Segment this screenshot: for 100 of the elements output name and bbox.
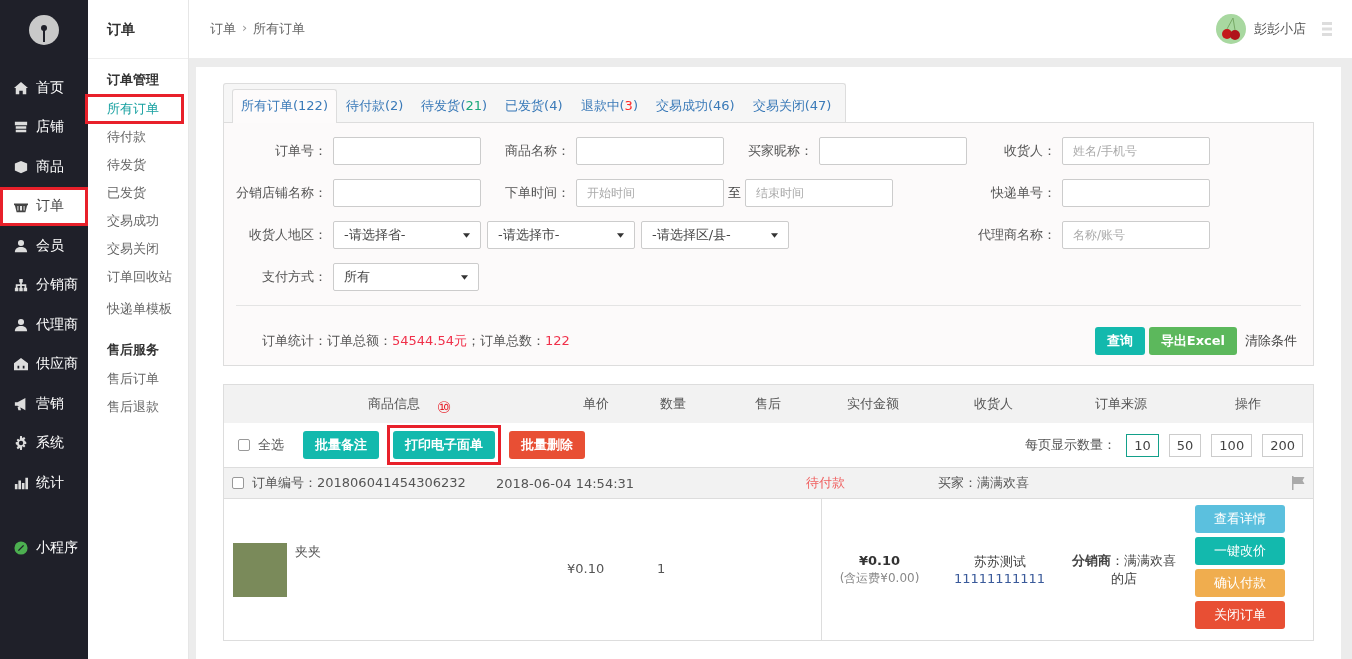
flag-icon[interactable] [1291, 476, 1305, 490]
subnav-item[interactable]: 快递单模板 [86, 295, 188, 323]
tree-icon [14, 278, 28, 293]
column-header: 单价 [583, 396, 609, 411]
product-photo [233, 543, 287, 597]
building-icon [14, 357, 28, 372]
checkbox[interactable] [232, 477, 244, 489]
product-name[interactable]: 夹夹 [295, 543, 567, 561]
date-field[interactable]: 结束时间 [745, 179, 893, 207]
receiver-name: 苏苏测试 [973, 553, 1026, 571]
stats-value: 54544.54元 [392, 333, 468, 348]
user-icon [14, 238, 28, 253]
order-time: 2018-06-04 14:54:31 [496, 475, 636, 491]
group-title: 订单管理 [106, 71, 160, 89]
select-field[interactable]: -请选择省- [333, 221, 481, 249]
page-size-option[interactable]: 200 [1262, 433, 1303, 457]
callout-number: ⑩ [436, 398, 452, 417]
sidebar-item[interactable]: 分销商 [0, 265, 88, 305]
field-label: 订单号： [274, 142, 327, 160]
subnav-item[interactable]: 已发货 [86, 179, 188, 207]
tab[interactable]: 待发货(21) [412, 89, 497, 123]
avatar-icon[interactable] [1216, 14, 1246, 44]
page-size-option[interactable]: 50 [1168, 433, 1202, 457]
field-label: 收货人： [1003, 142, 1056, 160]
input-field[interactable]: 姓名/手机号 [1062, 137, 1210, 165]
column-header: 操作 [1235, 396, 1261, 411]
subnav-item[interactable]: 待付款 [86, 123, 188, 151]
subnav-item[interactable]: 交易成功 [86, 207, 188, 235]
subnav-item[interactable]: 售后订单 [86, 365, 188, 393]
breadcrumb-item: 所有订单 [253, 20, 306, 38]
column-header: 数量 [660, 396, 686, 411]
subnav-item[interactable]: 售后退款 [86, 393, 188, 421]
logo-icon [28, 14, 60, 46]
select-field[interactable]: -请选择区/县- [641, 221, 789, 249]
caret-icon [463, 232, 470, 238]
input-field[interactable] [333, 179, 481, 207]
user-icon [14, 317, 28, 332]
batch-button[interactable]: 批量删除 [509, 431, 585, 459]
sidebar-item[interactable]: 系统 [0, 423, 88, 463]
caret-icon [771, 232, 778, 238]
page-size-option[interactable]: 10 [1126, 433, 1159, 457]
column-header: 订单来源 [1094, 396, 1147, 411]
input-field[interactable]: 名称/账号 [1062, 221, 1210, 249]
unit-price: ¥0.10 [567, 561, 606, 576]
paid-amount: ¥0.10 [858, 552, 901, 568]
order-status: 待付款 [806, 474, 846, 492]
subnav-item[interactable]: 订单回收站 [86, 263, 188, 291]
checkbox[interactable] [238, 439, 250, 451]
field-label: 买家昵称： [747, 142, 813, 160]
tab[interactable]: 所有订单(122) [232, 89, 337, 123]
subnav-item[interactable]: 所有订单 [86, 95, 183, 123]
sidebar-item[interactable]: 商品 [0, 147, 88, 187]
stats-label: ；订单总数： [467, 333, 546, 348]
select-field[interactable]: -请选择市- [487, 221, 635, 249]
sidebar-item[interactable]: 订单 [0, 186, 88, 226]
sidebar-item[interactable]: 小程序 [0, 528, 88, 568]
caret-icon [461, 274, 468, 280]
field-label: 快递单号： [990, 184, 1056, 202]
subnav-item[interactable]: 待发货 [86, 151, 188, 179]
date-field[interactable]: 开始时间 [576, 179, 724, 207]
sidebar-item[interactable]: 代理商 [0, 305, 88, 345]
store-icon [14, 120, 28, 135]
tab[interactable]: 交易成功(46) [646, 89, 744, 123]
range-separator: 至 [728, 184, 741, 202]
input-field[interactable] [1062, 179, 1210, 207]
input-field[interactable] [819, 137, 967, 165]
tab[interactable]: 待付款(2) [336, 89, 413, 123]
stats-label: 订单总额： [327, 333, 392, 348]
column-header: 商品信息 [368, 396, 420, 411]
box-icon [14, 159, 28, 174]
column-header: 收货人 [973, 396, 1013, 411]
field-label: 收货人地区： [248, 226, 327, 244]
sidebar-item[interactable]: 营销 [0, 384, 88, 424]
breadcrumb-item[interactable]: 订单 [210, 20, 236, 38]
sidebar-item[interactable]: 会员 [0, 226, 88, 266]
megaphone-icon [14, 396, 28, 411]
home-icon [14, 80, 28, 95]
sidebar-item[interactable]: 店铺 [0, 107, 88, 147]
order-action-button[interactable]: 关闭订单 [1195, 601, 1285, 629]
receiver-phone: 11111111111 [954, 571, 1045, 586]
chart-icon [14, 475, 28, 490]
subnav-item[interactable]: 交易关闭 [86, 235, 188, 263]
menu-icon[interactable] [1322, 22, 1332, 36]
checkbox-label: 全选 [258, 436, 284, 454]
select-field[interactable]: 所有 [333, 263, 479, 291]
shipping-fee: (含运费¥0.00) [839, 569, 920, 587]
tab[interactable]: 退款中(3) [571, 89, 647, 123]
sidebar-item[interactable]: 首页 [0, 68, 88, 108]
input-field[interactable] [333, 137, 481, 165]
user-name[interactable]: 彭彭小店 [1254, 20, 1306, 38]
page-size-option[interactable]: 100 [1211, 433, 1253, 457]
sidebar-item[interactable]: 供应商 [0, 344, 88, 384]
tab[interactable]: 已发货(4) [496, 89, 572, 123]
order-number: 订单编号：201806041454306232 [252, 474, 467, 492]
column-header: 售后 [755, 396, 781, 411]
tab[interactable]: 交易关闭(47) [743, 89, 841, 123]
input-field[interactable] [576, 137, 724, 165]
field-label: 支付方式： [261, 268, 327, 286]
clear-link[interactable]: 清除条件 [1241, 327, 1301, 355]
sidebar-item[interactable]: 统计 [0, 463, 88, 503]
